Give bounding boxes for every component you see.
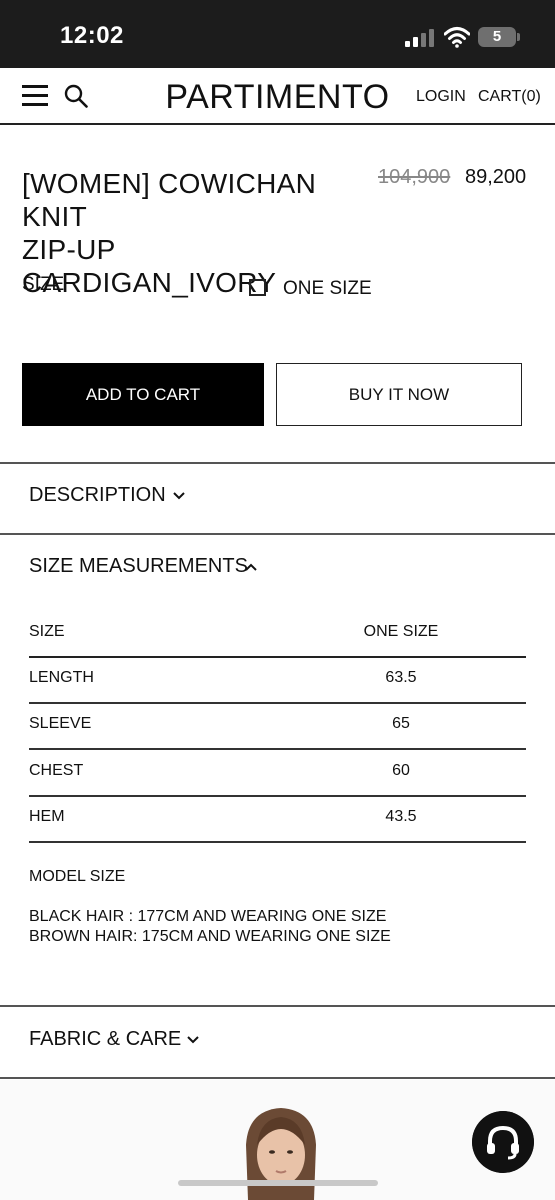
home-indicator[interactable] (178, 1180, 378, 1186)
model-size-title: MODEL SIZE (29, 868, 126, 885)
chevron-down-icon[interactable] (186, 1035, 200, 1045)
site-header: PARTIMENTO LOGIN CART(0) (0, 68, 555, 125)
chevron-down-icon[interactable] (172, 491, 186, 501)
search-icon[interactable] (64, 84, 88, 108)
fabric-care-toggle[interactable]: FABRIC & CARE (29, 1028, 181, 1051)
divider (0, 462, 555, 464)
battery-tip (517, 33, 520, 41)
table-rule (29, 795, 526, 797)
table-rule (29, 841, 526, 843)
table-rule (29, 656, 526, 658)
description-toggle[interactable]: DESCRIPTION (29, 484, 166, 507)
divider (0, 533, 555, 535)
sale-price: 89,200 (465, 166, 527, 188)
table-header-one-size: ONE SIZE (363, 623, 439, 640)
product-title-line-1: [WOMEN] COWICHAN KNIT (22, 168, 317, 232)
menu-icon[interactable] (22, 84, 48, 106)
table-rule (29, 748, 526, 750)
model-size-line: BLACK HAIR : 177CM AND WEARING ONE SIZE (29, 908, 387, 925)
table-row-label: SLEEVE (29, 715, 92, 732)
table-row-label: LENGTH (29, 669, 94, 686)
table-row-label: HEM (29, 808, 65, 825)
table-row-value: 43.5 (385, 808, 417, 825)
original-price: 104,900 (378, 166, 451, 188)
buy-it-now-button[interactable]: BUY IT NOW (276, 363, 522, 426)
table-rule (29, 702, 526, 704)
size-measurements-toggle[interactable]: SIZE MEASUREMENTS (29, 555, 248, 578)
cellular-signal-icon (405, 29, 434, 47)
table-row-value: 63.5 (385, 669, 417, 686)
divider (0, 1077, 555, 1079)
status-time: 12:02 (60, 22, 124, 49)
status-bar: 12:02 5 (0, 0, 555, 68)
support-chat-icon[interactable] (472, 1111, 534, 1173)
table-row-value: 60 (392, 762, 410, 779)
add-to-cart-button[interactable]: ADD TO CART (22, 363, 264, 426)
table-row-value: 65 (392, 715, 410, 732)
cart-link[interactable]: CART(0) (478, 88, 541, 106)
login-link[interactable]: LOGIN (416, 88, 466, 106)
wifi-icon (444, 27, 470, 48)
divider (0, 1005, 555, 1007)
size-label: SIZE (22, 274, 65, 295)
chevron-up-icon[interactable] (244, 562, 258, 572)
brand-logo[interactable]: PARTIMENTO (165, 78, 389, 116)
size-checkbox[interactable] (249, 279, 266, 296)
table-header-size: SIZE (29, 623, 65, 640)
model-size-line: BROWN HAIR: 175CM AND WEARING ONE SIZE (29, 928, 391, 945)
battery-icon: 5 (478, 27, 516, 47)
size-option-label[interactable]: ONE SIZE (283, 278, 372, 300)
table-row-label: CHEST (29, 762, 84, 779)
